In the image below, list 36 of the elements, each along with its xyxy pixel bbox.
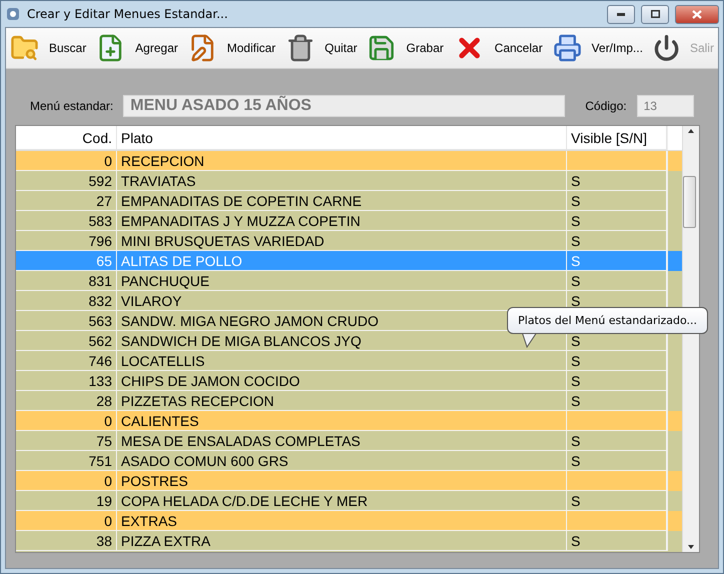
scrollbar-thumb[interactable] (683, 176, 696, 228)
toolbar-button[interactable]: Buscar (48, 41, 86, 55)
toolbar-button[interactable]: Agregar (135, 41, 178, 55)
save-icon (367, 33, 396, 63)
maximize-icon (650, 10, 660, 18)
table-row[interactable]: 0 POSTRES (16, 471, 682, 491)
app-icon (5, 6, 21, 22)
code-label: Código: (585, 99, 627, 113)
table-row[interactable]: 0 EXTRAS (16, 511, 682, 531)
table-cell: PIZZA EXTRA (117, 531, 567, 551)
minimize-button[interactable] (607, 4, 635, 24)
menu-label: Menú estandar: (30, 99, 114, 113)
close-icon (692, 10, 702, 18)
maximize-button[interactable] (641, 4, 669, 24)
column-header[interactable]: Plato (117, 126, 567, 150)
tooltip: Platos del Menú estandarizado... (507, 307, 708, 334)
table-cell: S (567, 531, 667, 551)
close-button[interactable] (675, 4, 719, 24)
table-row[interactable]: 0 RECEPCION (16, 151, 682, 171)
code-field[interactable]: 13 (636, 95, 694, 117)
toolbar-button[interactable]: Quitar (324, 41, 358, 55)
column-header[interactable]: Visible [S/N] (567, 126, 667, 150)
minimize-icon (617, 12, 625, 16)
power-icon (652, 34, 680, 62)
table-row[interactable]: 0 CALIENTES (16, 411, 682, 431)
table-cell: 38 (16, 531, 117, 551)
column-header[interactable]: Cod. (16, 126, 117, 150)
toolbar-button[interactable]: Cancelar (494, 41, 543, 55)
printer-icon (552, 33, 582, 63)
window-title: Crear y Editar Menues Estandar... (27, 7, 229, 21)
toolbar-button[interactable]: Ver/Imp... (592, 41, 643, 55)
toolbar-button[interactable]: Grabar (406, 41, 444, 55)
toolbar-button[interactable]: Modificar (226, 41, 276, 55)
menu-field[interactable]: MENU ASADO 15 AÑOS (123, 95, 566, 117)
trash-icon (286, 33, 315, 63)
folder-search-icon (10, 33, 39, 63)
